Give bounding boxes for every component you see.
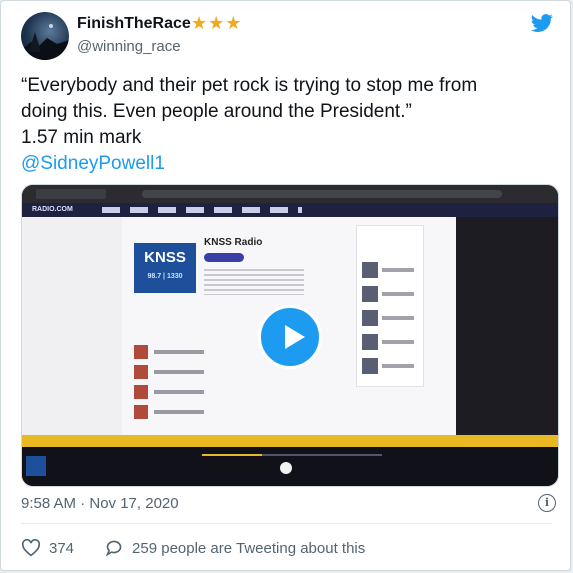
list-item [362, 261, 418, 279]
episode-list [134, 345, 244, 435]
tweeting-count: 259 people are Tweeting about this [132, 539, 366, 557]
mention-link[interactable]: @SidneyPowell1 [21, 151, 551, 177]
like-count: 374 [49, 539, 75, 557]
speech-bubble-icon [105, 540, 122, 557]
heart-icon [21, 539, 41, 557]
author-handle[interactable]: @winning_race [77, 38, 181, 55]
site-nav: RADIO.COM [22, 203, 558, 217]
info-icon[interactable]: i [538, 494, 556, 512]
listen-button [204, 253, 244, 262]
browser-bar [22, 185, 558, 203]
author-name[interactable]: FinishTheRace [77, 15, 191, 33]
site-logo: RADIO.COM [32, 206, 73, 213]
list-item [362, 309, 418, 327]
station-logo-text: KNSS [144, 249, 186, 266]
tweet-line-1: “Everybody and their pet rock is trying … [21, 75, 478, 96]
station-logo: KNSS 98.7 | 1330 [134, 243, 196, 293]
video-player[interactable]: RADIO.COM KNSS 98.7 | 1330 KNSS Radio [21, 184, 559, 487]
site-menu [102, 207, 302, 213]
tweet-line-3: 1.57 min mark [21, 127, 142, 148]
list-item [134, 365, 244, 379]
list-item [134, 405, 244, 419]
browser-tab [36, 189, 106, 199]
station-name: KNSS Radio [204, 237, 263, 248]
tweet-timestamp[interactable]: 9:58 AM · Nov 17, 2020 [21, 495, 179, 512]
player-play-dot [280, 462, 292, 474]
list-item [362, 333, 418, 351]
twitter-bird-icon[interactable] [530, 12, 554, 34]
list-item [134, 345, 244, 359]
avatar[interactable] [21, 12, 69, 60]
player-strip [22, 435, 558, 447]
station-logo-sub: 98.7 | 1330 [147, 273, 183, 280]
news-list [362, 261, 418, 391]
audio-player-bar [22, 447, 558, 486]
star-icons: ★★★ [191, 13, 243, 33]
action-bar: 374 259 people are Tweeting about this [21, 539, 365, 557]
list-item [134, 385, 244, 399]
list-item [362, 357, 418, 375]
tweet-card: FinishTheRace ★★★ @winning_race “Everybo… [0, 0, 571, 571]
tweet-line-2: doing this. Even people around the Presi… [21, 101, 412, 122]
like-button[interactable]: 374 [21, 539, 74, 557]
list-item [362, 285, 418, 303]
player-thumbnail [26, 456, 46, 476]
play-icon[interactable] [258, 305, 322, 369]
player-progress [202, 454, 382, 456]
tweet-text: “Everybody and their pet rock is trying … [21, 73, 551, 177]
conversation-button[interactable]: 259 people are Tweeting about this [104, 539, 365, 557]
station-description [204, 269, 304, 295]
divider [21, 523, 552, 524]
page-left-area [22, 217, 122, 442]
url-bar [142, 190, 502, 198]
